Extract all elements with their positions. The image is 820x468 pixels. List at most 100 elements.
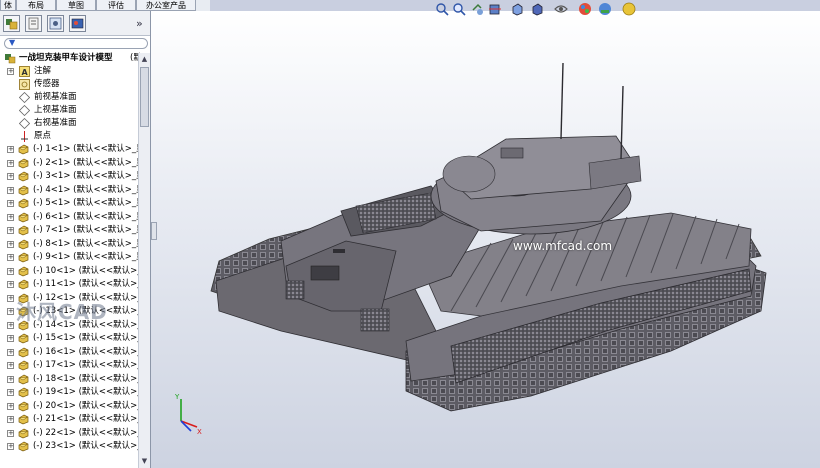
tree-part-row[interactable]: + (-) 20<1> (默认<<默认>_ (0, 400, 142, 413)
expand-toggle[interactable]: + (7, 443, 14, 450)
expand-toggle[interactable]: + (7, 186, 14, 194)
part-icon (18, 239, 29, 249)
feature-manager-tab[interactable] (3, 15, 20, 32)
feature-tree-icon (6, 19, 18, 30)
previous-view-icon[interactable] (470, 2, 484, 16)
tree-part-row[interactable]: + (-) 19<1> (默认<<默认>_ (0, 386, 142, 399)
tab-office-products[interactable]: 办公室产品 (136, 0, 196, 11)
plane-icon (19, 92, 30, 103)
expand-toggle[interactable]: + (7, 416, 14, 423)
tree-part-row[interactable]: + (-) 17<1> (默认<<默认>_ (0, 359, 142, 372)
tree-item-top-plane[interactable]: 上视基准面 (0, 104, 138, 117)
tree-part-row[interactable]: + (-) 8<1> (默认<<默认>_显 (0, 238, 145, 251)
expand-toggle[interactable]: + (7, 335, 14, 342)
tree-part-row[interactable]: + (-) 21<1> (默认<<默认>_ (0, 413, 142, 426)
tree-item-front-plane[interactable]: 前视基准面 (0, 91, 138, 104)
assembly-icon (5, 54, 16, 64)
tree-item-annotations[interactable]: + A 注解 (0, 65, 138, 78)
expand-toggle[interactable]: + (7, 200, 14, 207)
tree-part-label: (-) 7<1> (默认<<默认>_显 (33, 225, 145, 235)
scroll-down-icon[interactable]: ▼ (140, 456, 149, 466)
expand-toggle[interactable]: + (7, 146, 14, 153)
zoom-area-icon[interactable] (452, 2, 466, 16)
filter-icon: ▼ (9, 38, 16, 47)
apply-scene-icon[interactable] (598, 2, 612, 16)
part-icon (18, 279, 29, 290)
command-manager-tabs: 体 布局 草图 评估 办公室产品 (0, 0, 210, 11)
plane-icon (19, 118, 30, 129)
tree-part-row[interactable]: + (-) 23<1> (默认<<默认>_ (0, 440, 142, 453)
tree-scrollbar[interactable]: ▲ ▼ (138, 53, 150, 468)
tree-part-row[interactable]: + (-) 2<1> (默认<<默认>_显 (0, 157, 145, 170)
expand-toggle[interactable]: + (7, 254, 14, 261)
tree-part-row[interactable]: + (-) 18<1> (默认<<默认>_ (0, 373, 142, 386)
section-view-icon[interactable] (488, 2, 502, 16)
tree-root[interactable]: 一战坦克装甲车设计模型 (默 (0, 52, 142, 65)
tab-layout[interactable]: 布局 (16, 0, 56, 11)
configuration-manager-tab[interactable] (47, 15, 64, 32)
expand-toggle[interactable]: + (7, 308, 14, 315)
panel-collapse-icon[interactable]: » (136, 17, 143, 30)
expand-toggle[interactable]: + (7, 321, 14, 329)
display-manager-tab[interactable] (69, 15, 86, 32)
zoom-to-fit-icon[interactable] (435, 2, 449, 16)
view-settings-icon[interactable] (622, 2, 636, 16)
tree-part-row[interactable]: + (-) 10<1> (默认<<默认>_ (0, 265, 142, 278)
part-icon (18, 414, 29, 425)
tree-filter-input[interactable]: ▼ (4, 38, 148, 49)
part-icon (18, 212, 29, 222)
tree-part-row[interactable]: + (-) 6<1> (默认<<默认>_显 (0, 211, 145, 224)
expand-toggle[interactable]: + (7, 429, 14, 437)
tree-part-row[interactable]: + (-) 4<1> (默认<<默认>_显 (0, 184, 145, 197)
tab-features[interactable]: 体 (0, 0, 16, 11)
scroll-thumb[interactable] (140, 67, 149, 127)
expand-toggle[interactable]: + (7, 213, 14, 221)
tree-part-label: (-) 5<1> (默认<<默认>_显 (33, 198, 145, 208)
panel-resize-handle[interactable] (151, 222, 157, 240)
property-manager-tab[interactable] (25, 15, 42, 32)
expand-toggle[interactable]: + (7, 68, 14, 75)
expand-toggle[interactable]: + (7, 281, 14, 288)
view-orientation-icon[interactable] (510, 2, 524, 16)
expand-toggle[interactable]: + (7, 402, 14, 410)
tree-item-origin[interactable]: 原点 (0, 130, 138, 143)
display-style-icon[interactable] (530, 2, 544, 16)
tree-part-label: (-) 4<1> (默认<<默认>_显 (33, 184, 145, 195)
expand-toggle[interactable]: + (7, 389, 14, 396)
graphics-area[interactable]: Y X www.mfcad.com (151, 11, 820, 468)
part-icon (18, 333, 29, 344)
tree-part-label: (-) 20<1> (默认<<默认>_ (33, 400, 142, 411)
feature-tree: 一战坦克装甲车设计模型 (默 + A 注解 传感器 前视基准面 上视基准面 右视… (0, 51, 145, 468)
tree-part-row[interactable]: + (-) 1<1> (默认<<默认>_显 (0, 143, 145, 156)
expand-toggle[interactable]: + (7, 240, 14, 248)
part-icon (18, 171, 29, 182)
sensor-icon (19, 79, 30, 90)
expand-toggle[interactable]: + (7, 362, 14, 369)
tree-part-row[interactable]: + (-) 9<1> (默认<<默认>_显 (0, 251, 145, 264)
expand-toggle[interactable]: + (7, 375, 14, 383)
expand-toggle[interactable]: + (7, 227, 14, 234)
tree-part-row[interactable]: + (-) 11<1> (默认<<默认>_ (0, 278, 142, 291)
tab-evaluate[interactable]: 评估 (96, 0, 136, 11)
tab-sketch[interactable]: 草图 (56, 0, 96, 11)
tree-part-row[interactable]: + (-) 16<1> (默认<<默认>_ (0, 346, 142, 359)
tree-item-sensors[interactable]: 传感器 (0, 78, 138, 91)
property-icon (28, 17, 39, 30)
tree-item-right-plane[interactable]: 右视基准面 (0, 117, 138, 130)
tree-part-row[interactable]: + (-) 3<1> (默认<<默认>_显 (0, 170, 145, 183)
expand-toggle[interactable]: + (7, 159, 14, 167)
expand-toggle[interactable]: + (7, 173, 14, 180)
tree-item-label: 原点 (34, 131, 52, 141)
expand-toggle[interactable]: + (7, 267, 14, 275)
tree-part-row[interactable]: + (-) 5<1> (默认<<默认>_显 (0, 197, 145, 210)
expand-toggle[interactable]: + (7, 294, 14, 302)
hide-show-icon[interactable] (554, 2, 568, 16)
tree-part-row[interactable]: + (-) 7<1> (默认<<默认>_显 (0, 224, 145, 237)
expand-toggle[interactable]: + (7, 348, 14, 356)
edit-appearance-icon[interactable] (578, 2, 592, 16)
tree-part-label: (-) 1<1> (默认<<默认>_显 (33, 144, 145, 154)
scroll-up-icon[interactable]: ▲ (140, 54, 149, 64)
tree-part-row[interactable]: + (-) 22<1> (默认<<默认>_ (0, 427, 142, 440)
part-icon (18, 401, 29, 411)
tree-part-row[interactable]: + (-) 15<1> (默认<<默认>_ (0, 332, 142, 345)
